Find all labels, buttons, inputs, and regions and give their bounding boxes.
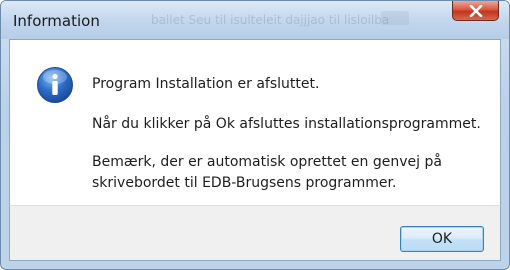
background-ghost-block — [381, 11, 409, 25]
message-line-1: Program Installation er afsluttet. — [92, 76, 320, 92]
background-ghost-text: ballet Seu til isulteleit dajjjao til li… — [151, 13, 390, 27]
button-bar: OK — [9, 205, 501, 261]
information-dialog: ballet Seu til isulteleit dajjjao til li… — [0, 0, 510, 270]
message-panel: Program Installation er afsluttet. Når d… — [9, 39, 501, 205]
message-line-4: skrivebordet til EDB-Brugsens programmer… — [92, 175, 397, 191]
dialog-title: Information — [13, 12, 100, 30]
close-icon — [469, 4, 483, 17]
close-button[interactable] — [452, 1, 499, 21]
ok-button[interactable]: OK — [400, 226, 484, 252]
message-line-2: Når du klikker på Ok afsluttes installat… — [92, 116, 481, 132]
message-line-3: Bemærk, der er automatisk oprettet en ge… — [92, 154, 442, 170]
title-bar[interactable]: ballet Seu til isulteleit dajjjao til li… — [1, 1, 509, 39]
information-icon — [36, 66, 74, 104]
